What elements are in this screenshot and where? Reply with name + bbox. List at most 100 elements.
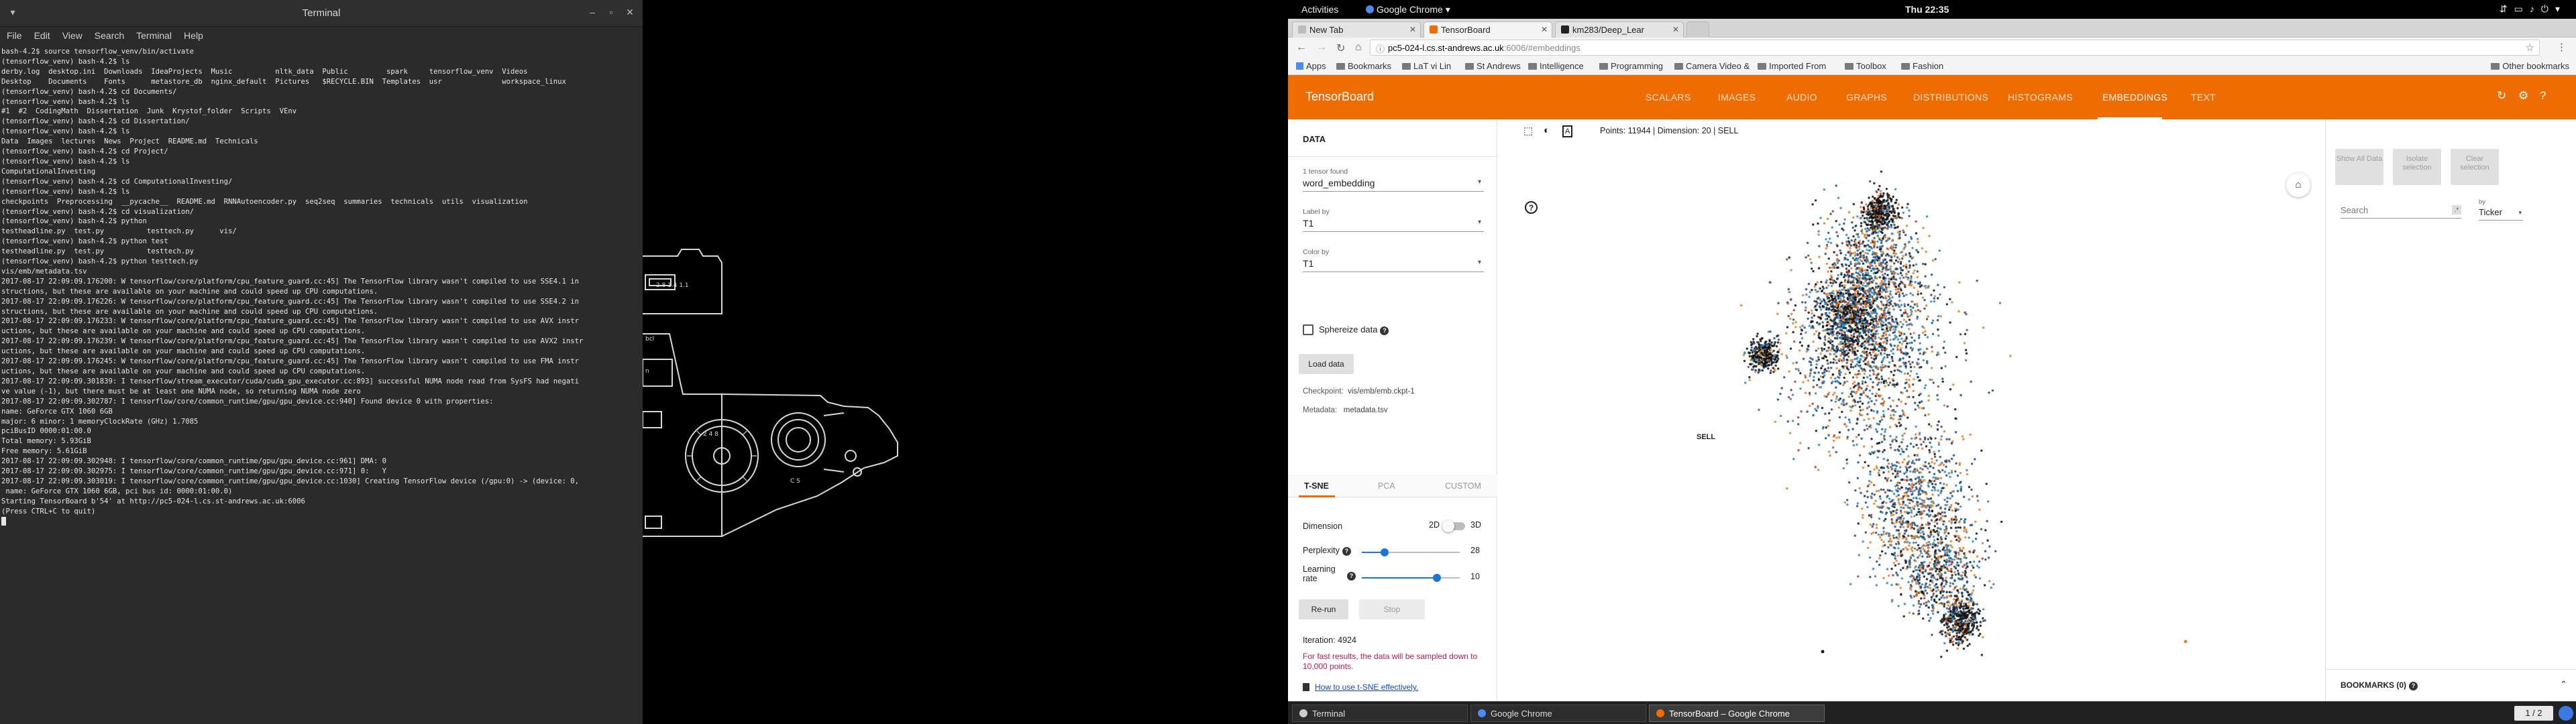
embedding-point[interactable] [1828,333,1831,336]
embedding-point[interactable] [1854,365,1857,367]
embedding-point[interactable] [1835,290,1838,292]
embedding-point[interactable] [1889,290,1892,293]
embedding-point[interactable] [1878,184,1881,188]
embedding-point[interactable] [1758,343,1760,346]
embedding-point[interactable] [1817,222,1819,225]
embedding-point[interactable] [1943,585,1945,588]
embedding-point[interactable] [1806,410,1809,413]
embedding-point[interactable] [1896,226,1899,229]
embedding-point[interactable] [1861,380,1864,383]
embedding-point[interactable] [1882,210,1884,213]
embedding-point[interactable] [1917,507,1920,511]
help-icon[interactable]: ? [1380,326,1389,335]
embedding-point[interactable] [1760,356,1762,359]
embedding-point[interactable] [1894,546,1896,550]
embedding-point[interactable] [1850,334,1853,337]
embedding-point[interactable] [1868,479,1871,483]
embedding-point[interactable] [1760,361,1764,363]
embedding-point[interactable] [1760,340,1762,343]
embedding-point[interactable] [1966,613,1970,617]
embedding-point[interactable] [1909,363,1912,365]
embedding-point[interactable] [1804,309,1807,312]
embedding-point[interactable] [1892,331,1894,335]
embedding-point[interactable] [1930,446,1933,448]
embedding-point[interactable] [1923,586,1926,589]
embedding-point[interactable] [1937,314,1940,318]
embedding-point[interactable] [1869,524,1872,526]
embedding-point[interactable] [1963,530,1966,533]
embedding-point[interactable] [1906,206,1909,209]
embedding-point[interactable] [1949,388,1952,391]
embedding-point[interactable] [1853,398,1856,402]
embedding-point[interactable] [1847,241,1851,243]
embedding-point[interactable] [1978,508,1981,511]
menu-search[interactable]: Search [95,30,124,42]
embedding-point[interactable] [1965,352,1968,355]
embedding-point[interactable] [1903,333,1906,335]
embedding-point[interactable] [1939,455,1941,459]
embedding-point[interactable] [1825,324,1828,327]
embedding-point[interactable] [1939,540,1942,543]
embedding-point[interactable] [1878,489,1880,492]
embedding-point[interactable] [1878,474,1881,477]
embedding-point[interactable] [1843,274,1846,276]
embedding-point[interactable] [1904,346,1908,349]
embedding-point[interactable] [1949,503,1953,507]
embedding-point[interactable] [1868,556,1872,559]
embedding-point[interactable] [1933,300,1936,303]
embedding-point[interactable] [1947,610,1950,613]
embedding-point[interactable] [1877,381,1880,384]
embedding-point[interactable] [1774,341,1776,344]
embedding-point[interactable] [1847,396,1851,398]
embedding-point[interactable] [1812,223,1815,226]
embedding-point[interactable] [1887,462,1890,465]
embedding-point[interactable] [1748,379,1751,381]
embedding-point[interactable] [1880,349,1884,352]
embedding-point[interactable] [1857,328,1860,330]
embedding-point[interactable] [1900,351,1903,353]
embedding-point[interactable] [1856,336,1859,339]
embedding-point[interactable] [1892,348,1894,351]
embedding-point[interactable] [1893,345,1896,347]
embedding-point[interactable] [1929,568,1932,571]
embedding-point[interactable] [1880,231,1883,233]
embedding-point[interactable] [1897,304,1900,306]
embedding-point[interactable] [1917,446,1920,450]
embedding-point[interactable] [1890,552,1894,556]
embedding-point[interactable] [1894,564,1897,567]
embedding-point[interactable] [1799,341,1802,344]
embedding-point[interactable] [1941,469,1944,472]
embedding-point[interactable] [1888,353,1891,357]
embedding-point[interactable] [1947,569,1950,572]
embedding-point[interactable] [1848,304,1851,307]
embedding-point[interactable] [1943,341,1945,343]
embedding-point[interactable] [1923,387,1926,389]
embedding-point[interactable] [1911,581,1914,583]
embedding-point[interactable] [1885,200,1888,202]
embedding-point[interactable] [1912,264,1915,267]
embedding-point[interactable] [1843,423,1846,426]
embedding-point[interactable] [1962,624,1964,627]
embedding-point[interactable] [1941,511,1943,514]
embedding-point[interactable] [1899,320,1902,323]
embedding-point[interactable] [1936,428,1939,431]
embedding-point[interactable] [1929,543,1932,546]
embedding-point[interactable] [1822,298,1825,301]
embedding-point[interactable] [1984,529,1987,532]
embedding-point[interactable] [1939,491,1942,495]
embedding-point[interactable] [1801,301,1804,304]
embedding-point[interactable] [1890,520,1893,522]
embedding-point[interactable] [1905,378,1908,381]
embedding-point[interactable] [1912,554,1915,557]
embedding-point[interactable] [1851,316,1854,318]
embedding-point[interactable] [1906,342,1909,345]
embedding-point[interactable] [1807,446,1810,450]
embedding-point[interactable] [1851,338,1854,341]
embedding-point[interactable] [1866,294,1869,297]
embedding-point[interactable] [1795,361,1798,364]
embedding-point[interactable] [1916,476,1919,479]
embedding-point[interactable] [1928,619,1931,622]
embedding-point[interactable] [1905,538,1908,541]
embedding-point[interactable] [1845,233,1848,237]
embedding-point[interactable] [1867,334,1870,337]
